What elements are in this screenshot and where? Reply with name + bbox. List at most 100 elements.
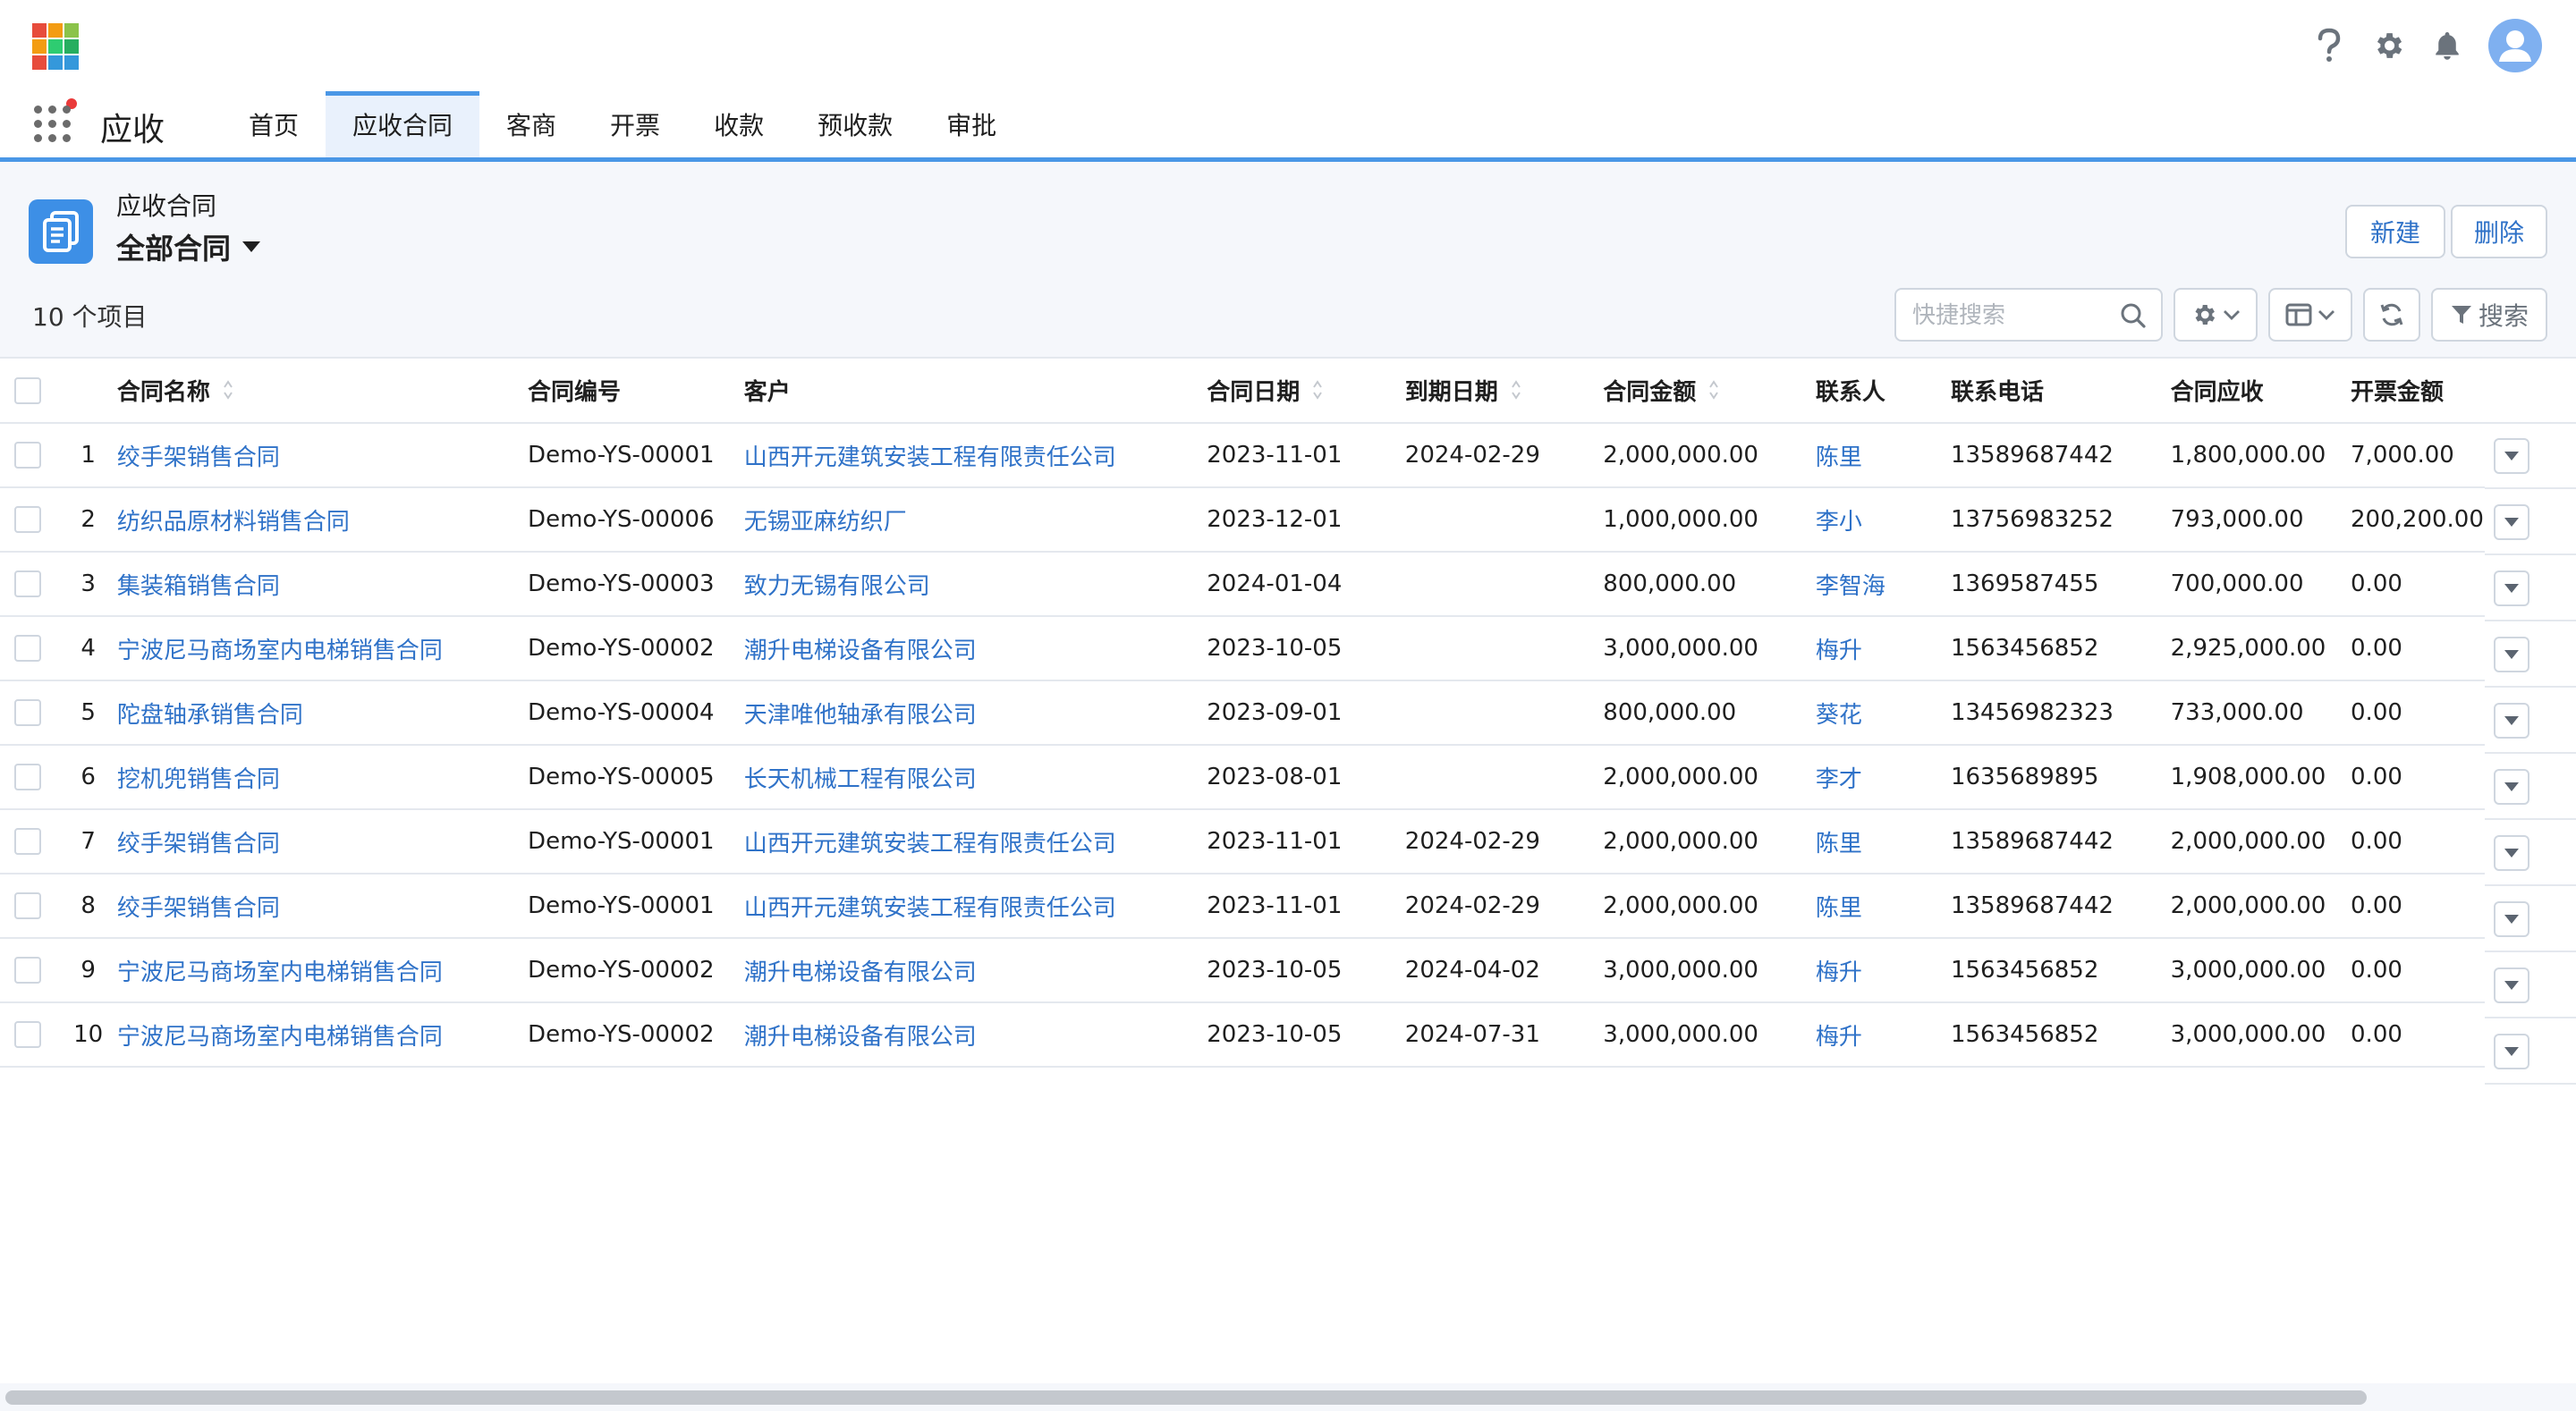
contract-name-link[interactable]: 陀盘轴承销售合同 bbox=[117, 702, 303, 729]
table-row[interactable]: 9 宁波尼马商场室内电梯销售合同 Demo-YS-00002 潮升电梯设备有限公司 20… bbox=[0, 938, 2576, 1003]
column-header-label: 联系人 bbox=[1815, 379, 1885, 406]
column-header[interactable]: 合同名称 bbox=[116, 359, 529, 424]
table-row[interactable]: 1 绞手架销售合同 Demo-YS-00001 山西开元建筑安装工程有限责任公司 202… bbox=[0, 423, 2576, 488]
customer-link[interactable]: 天津唯他轴承有限公司 bbox=[744, 702, 977, 729]
gear-icon[interactable] bbox=[2370, 28, 2406, 63]
contact-link[interactable]: 陈里 bbox=[1816, 895, 1862, 922]
contact-link[interactable]: 梅升 bbox=[1816, 1024, 1862, 1051]
quick-search-input[interactable] bbox=[1912, 299, 2109, 333]
invoiced-amount: 0.00 bbox=[2351, 828, 2402, 855]
row-action-menu-button[interactable] bbox=[2494, 901, 2529, 937]
select-all-checkbox[interactable] bbox=[14, 376, 41, 404]
scrollbar-thumb[interactable] bbox=[5, 1390, 2367, 1405]
row-action-menu-button[interactable] bbox=[2494, 835, 2529, 871]
horizontal-scrollbar[interactable] bbox=[0, 1383, 2576, 1411]
app-launcher-icon[interactable] bbox=[34, 97, 79, 145]
row-action-menu-button[interactable] bbox=[2494, 637, 2529, 672]
refresh-button[interactable] bbox=[2363, 288, 2420, 342]
table-row[interactable]: 4 宁波尼马商场室内电梯销售合同 Demo-YS-00002 潮升电梯设备有限公司 20… bbox=[0, 616, 2576, 681]
tab-4[interactable]: 收款 bbox=[687, 91, 791, 157]
customer-link[interactable]: 无锡亚麻纺织厂 bbox=[744, 509, 907, 536]
new-button[interactable]: 新建 bbox=[2345, 205, 2445, 258]
row-action-menu-button[interactable] bbox=[2494, 703, 2529, 739]
sort-icon[interactable] bbox=[1312, 378, 1323, 408]
customer-link[interactable]: 致力无锡有限公司 bbox=[744, 573, 930, 600]
bell-icon[interactable] bbox=[2429, 28, 2465, 63]
contact-link[interactable]: 梅升 bbox=[1816, 638, 1862, 664]
contact-link[interactable]: 李才 bbox=[1816, 766, 1862, 793]
chevron-down-icon bbox=[2318, 310, 2334, 320]
cell-contact: 陈里 bbox=[1815, 809, 1951, 874]
column-header[interactable]: 合同金额 bbox=[1603, 359, 1816, 424]
row-checkbox[interactable] bbox=[14, 1021, 41, 1049]
row-checkbox[interactable] bbox=[14, 506, 41, 534]
row-checkbox[interactable] bbox=[14, 699, 41, 727]
customer-link[interactable]: 潮升电梯设备有限公司 bbox=[744, 959, 977, 986]
tab-2[interactable]: 客商 bbox=[479, 91, 583, 157]
contract-name-link[interactable]: 绞手架销售合同 bbox=[117, 895, 280, 922]
column-header[interactable]: 合同日期 bbox=[1207, 359, 1405, 424]
customer-link[interactable]: 山西开元建筑安装工程有限责任公司 bbox=[744, 444, 1116, 471]
app-name: 应收 bbox=[100, 112, 165, 148]
tab-6[interactable]: 审批 bbox=[919, 91, 1023, 157]
contract-name-link[interactable]: 宁波尼马商场室内电梯销售合同 bbox=[117, 638, 443, 664]
list-settings-button[interactable] bbox=[2174, 288, 2258, 342]
tab-0[interactable]: 首页 bbox=[222, 91, 326, 157]
tab-3[interactable]: 开票 bbox=[583, 91, 687, 157]
sort-icon[interactable] bbox=[1511, 378, 1521, 408]
row-action-menu-button[interactable] bbox=[2494, 438, 2529, 474]
row-checkbox[interactable] bbox=[14, 957, 41, 984]
column-header[interactable]: 到期日期 bbox=[1404, 359, 1604, 424]
contact-link[interactable]: 葵花 bbox=[1816, 702, 1862, 729]
row-checkbox[interactable] bbox=[14, 635, 41, 663]
table-row[interactable]: 6 挖机兜销售合同 Demo-YS-00005 长天机械工程有限公司 2023-08-0… bbox=[0, 745, 2576, 810]
row-checkbox[interactable] bbox=[14, 442, 41, 469]
contact-link[interactable]: 陈里 bbox=[1816, 444, 1862, 471]
tab-5[interactable]: 预收款 bbox=[791, 91, 919, 157]
customer-link[interactable]: 山西开元建筑安装工程有限责任公司 bbox=[744, 895, 1116, 922]
row-action-menu-button[interactable] bbox=[2494, 967, 2529, 1003]
table-row[interactable]: 2 纺织品原材料销售合同 Demo-YS-00006 无锡亚麻纺织厂 2023-12-0… bbox=[0, 487, 2576, 553]
row-action-menu-button[interactable] bbox=[2494, 1034, 2529, 1069]
row-action-menu-button[interactable] bbox=[2494, 504, 2529, 540]
contract-name-link[interactable]: 宁波尼马商场室内电梯销售合同 bbox=[117, 1024, 443, 1051]
row-action-menu-button[interactable] bbox=[2494, 769, 2529, 805]
contact-link[interactable]: 陈里 bbox=[1816, 831, 1862, 858]
contract-name-link[interactable]: 绞手架销售合同 bbox=[117, 831, 280, 858]
search-icon[interactable] bbox=[2120, 302, 2147, 329]
row-action-menu-button[interactable] bbox=[2494, 570, 2529, 606]
contract-name-link[interactable]: 纺织品原材料销售合同 bbox=[117, 509, 350, 536]
contact-link[interactable]: 梅升 bbox=[1816, 959, 1862, 986]
contract-name-link[interactable]: 宁波尼马商场室内电梯销售合同 bbox=[117, 959, 443, 986]
customer-link[interactable]: 潮升电梯设备有限公司 bbox=[744, 1024, 977, 1051]
contract-name-link[interactable]: 挖机兜销售合同 bbox=[117, 766, 280, 793]
list-view-selector[interactable]: 全部合同 bbox=[116, 226, 261, 267]
customer-link[interactable]: 山西开元建筑安装工程有限责任公司 bbox=[744, 831, 1116, 858]
tab-1[interactable]: 应收合同 bbox=[326, 91, 480, 157]
table-row[interactable]: 8 绞手架销售合同 Demo-YS-00001 山西开元建筑安装工程有限责任公司 202… bbox=[0, 874, 2576, 939]
column-layout-button[interactable] bbox=[2268, 288, 2352, 342]
cell-date: 2023-08-01 bbox=[1207, 745, 1405, 810]
sort-icon[interactable] bbox=[1708, 378, 1719, 408]
customer-link[interactable]: 潮升电梯设备有限公司 bbox=[744, 638, 977, 664]
contact-link[interactable]: 李智海 bbox=[1816, 573, 1885, 600]
row-checkbox[interactable] bbox=[14, 764, 41, 791]
table-row[interactable]: 3 集装箱销售合同 Demo-YS-00003 致力无锡有限公司 2024-01-04 8… bbox=[0, 552, 2576, 617]
row-checkbox[interactable] bbox=[14, 828, 41, 856]
invoiced-amount: 0.00 bbox=[2351, 635, 2402, 662]
row-checkbox[interactable] bbox=[14, 570, 41, 598]
filter-search-button[interactable]: 搜索 bbox=[2431, 288, 2547, 342]
delete-button[interactable]: 删除 bbox=[2451, 205, 2547, 258]
user-avatar-icon[interactable] bbox=[2488, 19, 2542, 72]
row-checkbox[interactable] bbox=[14, 892, 41, 920]
help-icon[interactable] bbox=[2311, 28, 2347, 63]
invoiced-amount: 200,200.00 bbox=[2351, 506, 2484, 533]
table-row[interactable]: 10 宁波尼马商场室内电梯销售合同 Demo-YS-00002 潮升电梯设备有限公司 2… bbox=[0, 1002, 2576, 1068]
contract-name-link[interactable]: 绞手架销售合同 bbox=[117, 444, 280, 471]
table-row[interactable]: 7 绞手架销售合同 Demo-YS-00001 山西开元建筑安装工程有限责任公司 202… bbox=[0, 809, 2576, 874]
contract-name-link[interactable]: 集装箱销售合同 bbox=[117, 573, 280, 600]
contact-link[interactable]: 李小 bbox=[1816, 509, 1862, 536]
customer-link[interactable]: 长天机械工程有限公司 bbox=[744, 766, 977, 793]
sort-icon[interactable] bbox=[223, 378, 233, 408]
table-row[interactable]: 5 陀盘轴承销售合同 Demo-YS-00004 天津唯他轴承有限公司 2023-09-… bbox=[0, 680, 2576, 746]
